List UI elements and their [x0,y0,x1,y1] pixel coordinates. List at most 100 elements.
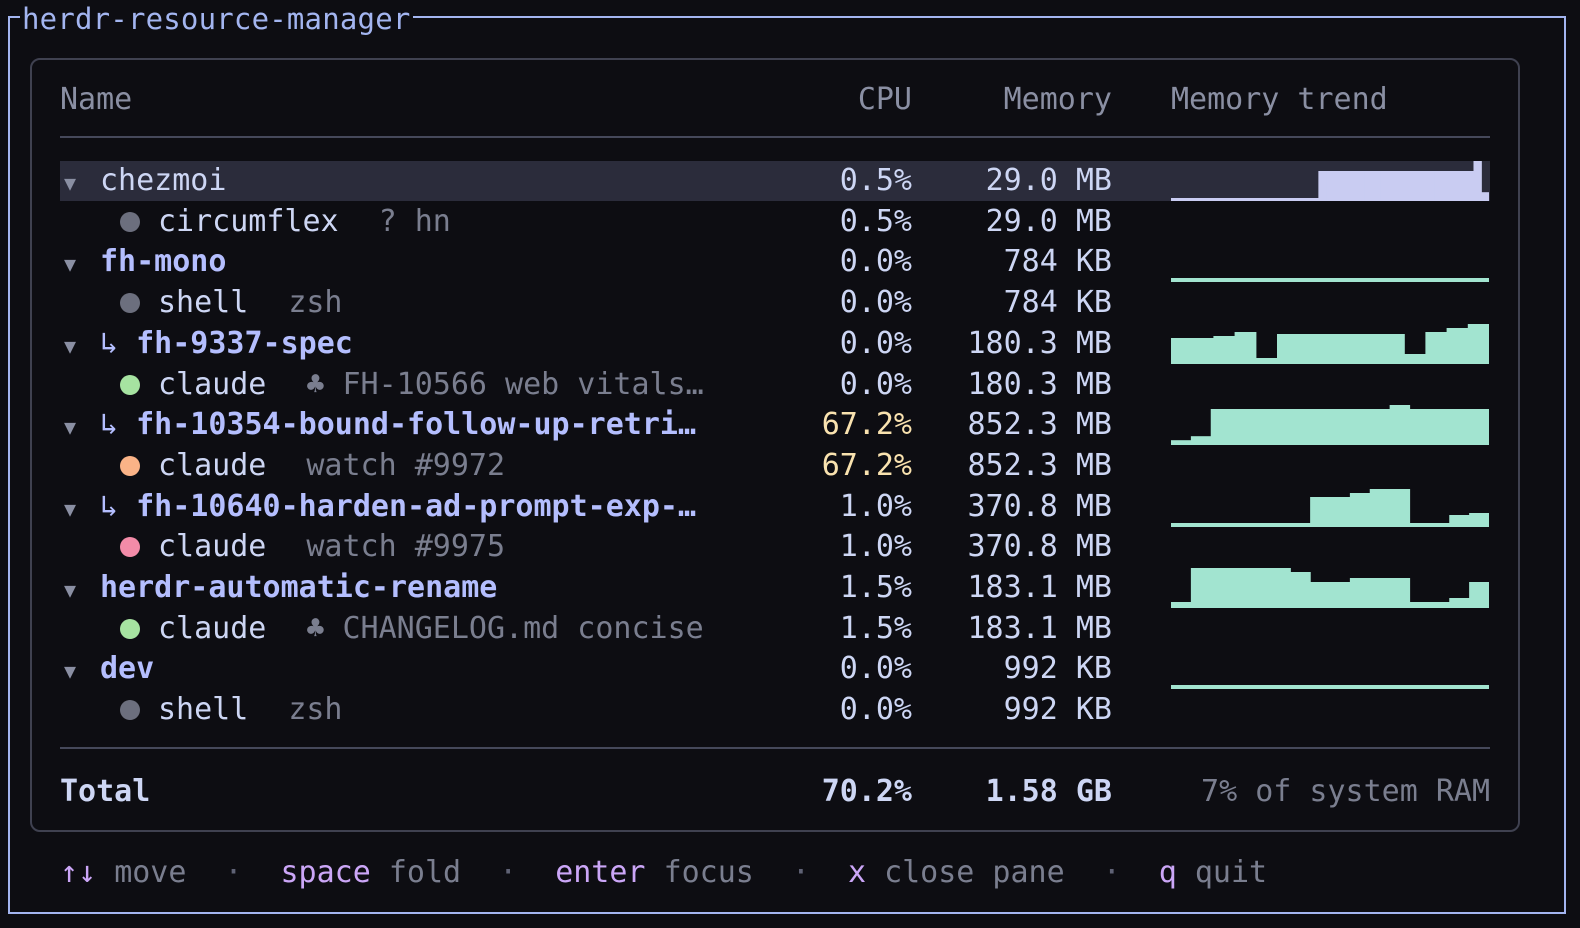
sparkline-bar [1369,488,1391,527]
memory-value: 29.0 MB [985,203,1112,239]
sparkline-bar [1290,572,1311,608]
cpu-value: 1.0% [839,488,912,524]
sparkline-bar [1255,357,1278,364]
keybinding-focus[interactable]: enter focus [555,855,754,890]
pane-row[interactable]: shell zsh 0.0% 784 KB [60,283,1490,323]
pane-row[interactable]: claude watch #9972 67.2% 852.3 MB [60,446,1490,486]
footer-separator: · [224,855,243,890]
total-label: Total [60,774,151,809]
sparkline-bar [1171,685,1489,690]
pane-row[interactable]: circumflex ? hn 0.5% 29.0 MB [60,202,1490,242]
branch-icon: ↳ [100,407,137,443]
sparkline-bar [1349,578,1371,608]
header-divider [60,136,1490,138]
group-name: fh-10640-harden-ad-prompt-exp-… [136,488,697,524]
keybinding-footer: ↑↓ move · space fold · enter focus · x close p… [60,852,1267,894]
pane-row[interactable]: claude ♣ FH-10566 web vitals… 0.0% 180.3 MB [60,365,1490,405]
cpu-value: 0.0% [839,651,912,687]
pane-name: claude [158,529,267,565]
sparkline-bar [1310,582,1331,608]
fold-arrow-icon[interactable]: ▼ [60,326,100,366]
total-divider [60,747,1490,749]
sparkline-bar [1411,171,1420,201]
pane-row[interactable]: shell zsh 0.0% 992 KB [60,690,1490,730]
fold-arrow-icon[interactable]: ▼ [60,489,100,529]
fold-arrow-icon[interactable]: ▼ [60,163,100,203]
memory-value: 180.3 MB [967,325,1113,361]
group-name: dev [100,651,155,687]
sparkline-bar [1202,198,1211,201]
group-row[interactable]: ▼ ↳ fh-10640-harden-ad-prompt-exp-… 1.0% 37… [60,487,1490,527]
sparkline-bar [1271,198,1281,201]
row-name-cell: shell zsh [60,283,343,323]
cpu-value: 0.5% [839,203,912,239]
sparkline-bar [1310,198,1319,201]
header-cpu[interactable]: CPU [858,80,912,120]
sparkline-bar [1230,522,1252,527]
sparkline-bar [1277,333,1299,364]
row-name-cell: shell zsh [60,690,343,730]
group-name: fh-10354-bound-follow-up-retri… [136,407,697,443]
sparkline-bar [1250,522,1271,527]
cpu-value: 67.2% [821,407,912,443]
memory-value: 370.8 MB [967,529,1113,565]
memory-trend-sparkline [1171,161,1489,201]
sparkline-bar [1171,440,1192,446]
group-name: fh-mono [100,244,227,280]
pane-status-dot-icon [120,211,140,232]
cpu-value: 0.0% [839,244,912,280]
group-row[interactable]: ▼ chezmoi 0.5% 29.0 MB [60,161,1490,201]
sparkline-bar [1190,436,1212,446]
group-name: fh-9337-spec [136,325,353,361]
sparkline-bar [1256,198,1265,201]
group-row[interactable]: ▼ fh-mono 0.0% 784 KB [60,242,1490,284]
group-row[interactable]: ▼ herdr-automatic-rename 1.5% 183.1 MB [60,568,1490,608]
fold-arrow-icon[interactable]: ▼ [60,407,100,447]
sparkline-svg [1171,161,1489,201]
sparkline-bar [1340,333,1363,364]
sparkline-bar [1409,522,1430,527]
keybinding-close-pane[interactable]: x close pane [848,855,1065,890]
table-header: Name CPU Memory Memory trend [60,80,1490,120]
memory-trend-sparkline [1171,568,1489,608]
fold-arrow-icon[interactable]: ▼ [60,651,100,691]
pane-name: circumflex [158,203,339,239]
memory-value: 180.3 MB [967,366,1113,402]
pane-name: shell [158,692,249,728]
sparkline-bar [1469,582,1489,608]
sparkline-bar [1287,198,1296,201]
sparkline-svg [1171,278,1489,283]
sparkline-bar [1298,333,1320,364]
keybinding-description: focus [663,855,754,890]
sparkline-bar [1310,409,1331,446]
pane-status-dot-icon [120,374,140,395]
sparkline-bar [1457,171,1467,201]
keybinding-move[interactable]: ↑↓ move [60,855,186,890]
sparkline-bar [1404,353,1426,364]
pane-detail: watch #9972 [306,447,506,483]
group-row[interactable]: ▼ ↳ fh-10354-bound-follow-up-retri… 67.2% 8… [60,405,1490,447]
sparkline-bar [1171,198,1180,201]
group-row[interactable]: ▼ ↳ fh-9337-spec 0.0% 180.3 MB [60,323,1490,366]
sparkline-bar [1330,409,1351,446]
memory-value: 852.3 MB [967,407,1113,443]
header-memory[interactable]: Memory [1004,80,1112,120]
sparkline-bar [1330,496,1351,527]
sparkline-bar [1380,171,1389,201]
group-row[interactable]: ▼ dev 0.0% 992 KB [60,649,1490,691]
header-name[interactable]: Name [60,80,132,120]
keybinding-quit[interactable]: q quit [1159,855,1267,890]
fold-arrow-icon[interactable]: ▼ [60,244,100,284]
pane-row[interactable]: claude ♣ CHANGELOG.md concise 1.5% 183.1 MB [60,609,1490,649]
cpu-value: 0.0% [839,366,912,402]
sparkline-bar [1279,198,1288,201]
cpu-value: 1.5% [839,610,912,646]
sparkline-bar [1250,409,1271,446]
sparkline-bar [1209,198,1219,201]
keybinding-fold[interactable]: space fold [281,855,462,890]
fold-arrow-icon[interactable]: ▼ [60,570,100,610]
pane-row[interactable]: claude watch #9975 1.0% 370.8 MB [60,527,1490,567]
sparkline-bar [1230,409,1252,446]
pane-detail: ♣ CHANGELOG.md concise [306,610,704,646]
header-memory-trend: Memory trend [1171,82,1388,117]
